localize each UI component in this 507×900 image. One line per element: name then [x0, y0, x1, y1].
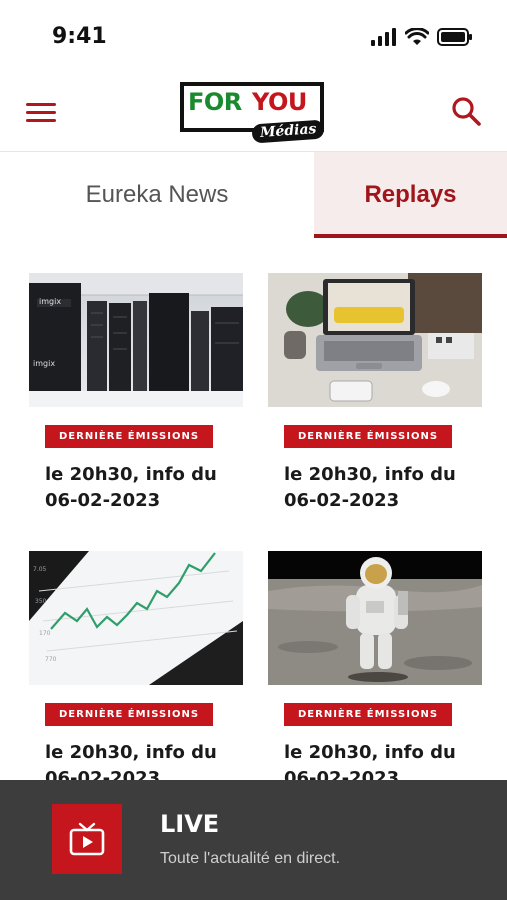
status-icons — [371, 28, 473, 46]
tab-bar: Eureka News Replays — [0, 152, 507, 238]
live-title: LIVE — [160, 810, 220, 838]
hamburger-menu-icon — [26, 103, 56, 106]
card-badge: DERNIÈRE ÉMISSIONS — [45, 703, 214, 726]
card-badge: DERNIÈRE ÉMISSIONS — [284, 703, 453, 726]
laptop-desk-thumbnail — [268, 273, 482, 407]
logo-word-you: YOU — [252, 88, 307, 116]
stock-chart-thumbnail: 7.05 350 170 770 — [29, 551, 243, 685]
app-header: FOR YOU Médias — [0, 72, 507, 152]
status-time: 9:41 — [52, 24, 107, 49]
tab-eureka-news[interactable]: Eureka News — [0, 152, 314, 238]
search-icon — [452, 97, 481, 126]
card-badge: DERNIÈRE ÉMISSIONS — [45, 425, 214, 448]
tab-label: Replays — [364, 181, 457, 208]
hamburger-line — [26, 119, 56, 122]
svg-text:imgix: imgix — [33, 359, 55, 368]
card-badge: DERNIÈRE ÉMISSIONS — [284, 425, 453, 448]
search-button[interactable] — [449, 94, 483, 128]
card-title: le 20h30, info du 06-02-2023 — [284, 742, 456, 780]
brand-logo[interactable]: FOR YOU Médias — [180, 82, 326, 144]
replay-card[interactable]: DERNIÈRE ÉMISSIONS le 20h30, info du 06-… — [268, 273, 482, 514]
wifi-icon — [405, 28, 429, 45]
server-room-thumbnail: imgix imgix — [29, 273, 243, 407]
status-bar: 9:41 — [0, 0, 507, 72]
card-title: le 20h30, info du 06-02-2023 — [45, 742, 217, 780]
cellular-signal-icon — [371, 28, 396, 46]
logo-tagline: Médias — [251, 119, 326, 144]
hamburger-line — [26, 111, 56, 114]
logo-word-for: FOR — [188, 88, 242, 116]
svg-text:7.05: 7.05 — [33, 566, 47, 573]
replay-card[interactable]: 7.05 350 170 770 DERNIÈRE ÉMISSIONS le 2… — [29, 551, 243, 780]
tv-play-icon — [69, 822, 105, 856]
svg-text:170: 170 — [39, 630, 51, 637]
battery-icon — [437, 28, 472, 46]
svg-text:350: 350 — [35, 598, 47, 605]
svg-text:imgix: imgix — [39, 297, 61, 306]
live-subtitle: Toute l'actualité en direct. — [160, 850, 341, 867]
tab-label: Eureka News — [85, 181, 229, 208]
replay-card[interactable]: imgix imgix DERNIÈRE ÉMISSIONS le 20h30,… — [29, 273, 243, 514]
tab-replays[interactable]: Replays — [314, 152, 507, 238]
card-title: le 20h30, info du 06-02-2023 — [45, 464, 217, 511]
replays-grid: imgix imgix DERNIÈRE ÉMISSIONS le 20h30,… — [0, 238, 507, 780]
menu-button[interactable] — [26, 98, 60, 126]
live-icon-button[interactable] — [52, 804, 122, 874]
replay-card[interactable]: DERNIÈRE ÉMISSIONS le 20h30, info du 06-… — [268, 551, 482, 780]
live-bar[interactable]: LIVE Toute l'actualité en direct. — [0, 780, 507, 900]
svg-text:770: 770 — [45, 656, 57, 663]
card-title: le 20h30, info du 06-02-2023 — [284, 464, 456, 511]
astronaut-moon-thumbnail — [268, 551, 482, 685]
